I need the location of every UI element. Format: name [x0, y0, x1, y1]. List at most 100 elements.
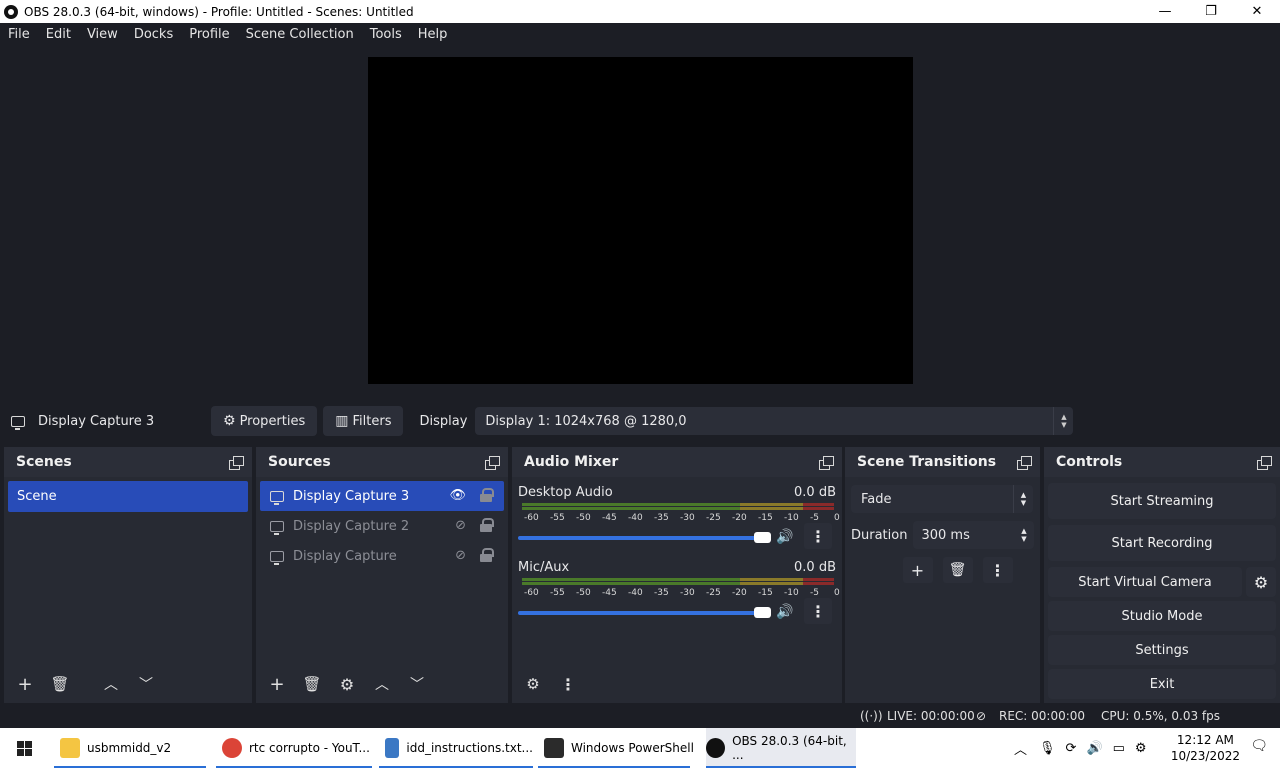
plus-icon: +	[17, 673, 33, 695]
audio-mixer-dock: Audio Mixer Desktop Audio 0.0 dB -60 -55…	[512, 447, 842, 703]
eye-hidden-icon[interactable]: ⊘	[455, 518, 466, 533]
stepper-icon[interactable]: ▲ ▼	[1014, 521, 1034, 549]
taskbar-item-label: rtc corrupto - YouT...	[249, 741, 370, 755]
trash-icon: 🗑	[302, 675, 322, 693]
channel-menu-button[interactable]: ⋮	[804, 598, 832, 624]
remove-source-button[interactable]: 🗑	[297, 670, 327, 698]
undock-icon[interactable]	[229, 455, 244, 470]
taskbar-item-chrome[interactable]: rtc corrupto - YouT...	[216, 728, 372, 768]
speaker-icon[interactable]: 🔊	[776, 529, 793, 545]
transition-select[interactable]: Fade ▲ ▼	[851, 485, 1033, 513]
properties-button[interactable]: ⚙ Properties	[211, 406, 318, 436]
scenes-dock: Scenes Scene + 🗑 ︿ ﹀	[4, 447, 252, 703]
taskbar-item-label: idd_instructions.txt...	[406, 741, 533, 755]
system-tray: ︿ 🎙 ⟳ 🔊 ▭ ⚙	[1014, 728, 1147, 768]
start-recording-button[interactable]: Start Recording	[1048, 525, 1276, 561]
start-button[interactable]	[0, 728, 48, 768]
virtual-camera-settings-button[interactable]: ⚙	[1246, 567, 1276, 597]
filters-button[interactable]: ▥ Filters	[323, 406, 404, 436]
source-properties-button[interactable]: ⚙	[332, 670, 362, 698]
mixer-menu-button[interactable]: ⋮	[553, 670, 583, 698]
tick-label: -30	[680, 588, 695, 598]
sources-dock: Sources Display Capture 3 👁 Display Capt…	[256, 447, 508, 703]
eye-icon[interactable]: 👁	[449, 488, 466, 503]
add-scene-button[interactable]: +	[10, 670, 40, 698]
taskbar-item-notepad[interactable]: idd_instructions.txt...	[379, 728, 533, 768]
menu-profile[interactable]: Profile	[181, 23, 237, 47]
undock-icon[interactable]	[1257, 455, 1272, 470]
notifications-icon[interactable]: 🗨	[1250, 738, 1268, 754]
duration-value: 300 ms	[921, 527, 970, 543]
live-signal-icon: ((·))	[860, 709, 883, 723]
duration-input[interactable]: 300 ms ▲ ▼	[913, 521, 1034, 549]
tick-label: 0	[834, 513, 840, 523]
channel-menu-button[interactable]: ⋮	[804, 523, 832, 549]
remove-scene-button[interactable]: 🗑	[45, 670, 75, 698]
undock-icon[interactable]	[1017, 455, 1032, 470]
start-virtual-camera-button[interactable]: Start Virtual Camera	[1048, 567, 1242, 597]
maximize-button[interactable]: ❐	[1188, 0, 1234, 23]
controls-dock: Controls Start Streaming Start Recording…	[1044, 447, 1280, 703]
eye-hidden-icon[interactable]: ⊘	[455, 548, 466, 563]
menu-scene-collection[interactable]: Scene Collection	[238, 23, 362, 47]
microphone-icon[interactable]: 🎙	[1039, 741, 1056, 756]
menu-view[interactable]: View	[79, 23, 126, 47]
chevron-up-icon[interactable]: ︿	[1014, 739, 1027, 758]
menu-help[interactable]: Help	[410, 23, 456, 47]
meter-ticks: -60 -55 -50 -45 -40 -35 -30 -25 -20 -15 …	[518, 586, 840, 600]
volume-icon[interactable]: 🔊	[1086, 741, 1102, 756]
add-source-button[interactable]: +	[262, 670, 292, 698]
menu-file[interactable]: File	[0, 23, 38, 47]
scene-item[interactable]: Scene	[8, 481, 248, 512]
tick-label: -50	[576, 588, 591, 598]
volume-meter	[522, 503, 834, 511]
fader-handle[interactable]	[754, 532, 771, 543]
display-select[interactable]: Display 1: 1024x768 @ 1280,0 ▲ ▼	[475, 407, 1074, 435]
taskbar-item-explorer[interactable]: usbmmidd_v2	[54, 728, 206, 768]
duration-label: Duration	[851, 527, 908, 543]
lock-icon[interactable]	[480, 548, 492, 562]
network-icon[interactable]: ▭	[1113, 741, 1125, 756]
advanced-audio-button[interactable]: ⚙	[518, 670, 548, 698]
settings-button[interactable]: Settings	[1048, 635, 1276, 665]
taskbar-item-powershell[interactable]: Windows PowerShell	[538, 728, 694, 768]
speaker-icon[interactable]: 🔊	[776, 604, 793, 620]
transition-menu-button[interactable]: ⋮	[982, 557, 1013, 583]
taskbar-item-obs[interactable]: OBS 28.0.3 (64-bit, ...	[706, 728, 856, 768]
source-item-label: Display Capture	[293, 548, 397, 564]
remove-transition-button[interactable]: 🗑	[942, 557, 973, 583]
volume-fader[interactable]: 🔊 ⋮	[518, 598, 838, 624]
chevron-down-icon: ﹀	[410, 677, 424, 693]
menu-tools[interactable]: Tools	[362, 23, 410, 47]
preview-canvas[interactable]	[368, 57, 913, 384]
sources-footer: + 🗑 ⚙ ︿ ﹀	[256, 665, 508, 703]
menu-docks[interactable]: Docks	[126, 23, 181, 47]
move-scene-down-button[interactable]: ﹀	[131, 670, 161, 698]
close-button[interactable]: ✕	[1234, 0, 1280, 23]
preview-area	[0, 47, 1280, 401]
move-scene-up-button[interactable]: ︿	[96, 670, 126, 698]
start-streaming-button[interactable]: Start Streaming	[1048, 483, 1276, 519]
source-item[interactable]: Display Capture 2 ⊘	[260, 511, 504, 541]
move-source-down-button[interactable]: ﹀	[402, 670, 432, 698]
lock-icon[interactable]	[480, 488, 492, 502]
undock-icon[interactable]	[819, 455, 834, 470]
filter-icon: ▥	[335, 413, 349, 429]
volume-fader[interactable]: 🔊 ⋮	[518, 523, 838, 549]
gear-icon: ⚙	[1253, 572, 1269, 592]
exit-button[interactable]: Exit	[1048, 669, 1276, 699]
studio-mode-button[interactable]: Studio Mode	[1048, 601, 1276, 631]
lock-icon[interactable]	[480, 518, 492, 532]
menu-edit[interactable]: Edit	[38, 23, 79, 47]
sync-icon[interactable]: ⟳	[1066, 741, 1077, 756]
clock[interactable]: 12:12 AM 10/23/2022	[1171, 732, 1240, 764]
source-item[interactable]: Display Capture 3 👁	[260, 481, 504, 511]
minimize-button[interactable]: —	[1142, 0, 1188, 23]
add-transition-button[interactable]: +	[902, 557, 933, 583]
undock-icon[interactable]	[485, 455, 500, 470]
fader-handle[interactable]	[754, 607, 771, 618]
source-toolbar: Display Capture 3 ⚙ Properties ▥ Filters…	[0, 402, 1280, 440]
move-source-up-button[interactable]: ︿	[367, 670, 397, 698]
source-item[interactable]: Display Capture ⊘	[260, 541, 504, 571]
gear-icon[interactable]: ⚙	[1135, 741, 1147, 756]
